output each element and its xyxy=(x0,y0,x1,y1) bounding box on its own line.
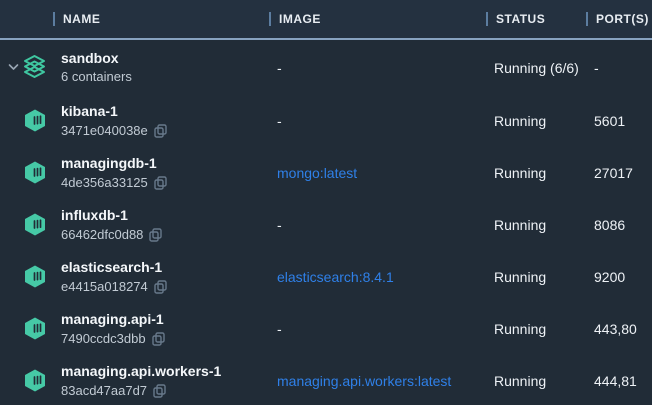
copy-icon[interactable] xyxy=(149,228,162,242)
containers-panel: NAME IMAGE STATUS PORT(S) xyxy=(0,0,652,405)
container-name: elasticsearch-1 xyxy=(61,257,167,277)
image-link[interactable]: managing.api.workers:latest xyxy=(269,373,486,389)
column-divider xyxy=(586,12,588,26)
table-row[interactable]: sandbox 6 containers - Running (6/6) - xyxy=(0,40,652,95)
status-cell: Running xyxy=(486,113,586,129)
status-cell: Running xyxy=(486,217,586,233)
status-cell: Running xyxy=(486,269,586,285)
table-header: NAME IMAGE STATUS PORT(S) xyxy=(0,0,652,40)
ports-cell: 5601 xyxy=(586,113,652,129)
copy-icon[interactable] xyxy=(154,280,167,294)
image-link[interactable]: mongo:latest xyxy=(269,165,486,181)
column-divider xyxy=(269,12,271,26)
container-name: sandbox xyxy=(61,48,132,68)
table-row[interactable]: managingdb-1 4de356a33125 mongo:latest R… xyxy=(0,147,652,199)
column-header-image[interactable]: IMAGE xyxy=(269,12,486,26)
column-header-name[interactable]: NAME xyxy=(0,12,269,26)
container-name: managingdb-1 xyxy=(61,153,167,173)
container-name: managing.api.workers-1 xyxy=(61,361,221,381)
ports-cell: 9200 xyxy=(586,269,652,285)
ports-cell: 8086 xyxy=(586,217,652,233)
column-divider xyxy=(53,12,55,26)
container-name: influxdb-1 xyxy=(61,205,162,225)
container-id: 4de356a33125 xyxy=(61,174,148,193)
stack-icon xyxy=(22,54,47,80)
container-id: 66462dfc0d88 xyxy=(61,226,143,245)
chevron-down-icon[interactable] xyxy=(5,63,22,71)
image-link[interactable]: elasticsearch:8.4.1 xyxy=(269,269,486,285)
container-icon xyxy=(22,316,47,341)
image-cell: - xyxy=(269,217,486,233)
ports-cell: 27017 xyxy=(586,165,652,181)
container-id: 83acd47aa7d7 xyxy=(61,382,147,401)
container-name: kibana-1 xyxy=(61,101,167,121)
column-divider xyxy=(486,12,488,26)
container-icon xyxy=(22,212,47,237)
container-icon xyxy=(22,264,47,289)
container-id: e4415a018274 xyxy=(61,278,148,297)
container-id: 3471e040038e xyxy=(61,122,148,141)
table-row[interactable]: influxdb-1 66462dfc0d88 - Running 8086 xyxy=(0,199,652,251)
status-cell: Running xyxy=(486,321,586,337)
copy-icon[interactable] xyxy=(152,332,165,346)
container-name: managing.api-1 xyxy=(61,309,165,329)
image-cell: - xyxy=(269,113,486,129)
table-row[interactable]: managing.api-1 7490ccdc3dbb - Running 44… xyxy=(0,303,652,355)
container-id: 7490ccdc3dbb xyxy=(61,330,146,349)
table-body: sandbox 6 containers - Running (6/6) - xyxy=(0,40,652,405)
column-label: NAME xyxy=(63,12,100,26)
container-icon xyxy=(22,108,47,133)
status-cell: Running (6/6) xyxy=(486,60,586,76)
image-cell: - xyxy=(269,321,486,337)
table-row[interactable]: elasticsearch-1 e4415a018274 elasticsear… xyxy=(0,251,652,303)
container-icon xyxy=(22,368,47,393)
column-header-status[interactable]: STATUS xyxy=(486,12,586,26)
ports-cell: 444,81 xyxy=(586,373,652,389)
image-cell: - xyxy=(269,60,486,76)
column-label: IMAGE xyxy=(279,12,321,26)
table-row[interactable]: managing.api.workers-1 83acd47aa7d7 mana… xyxy=(0,355,652,405)
container-icon xyxy=(22,160,47,185)
column-label: STATUS xyxy=(496,12,545,26)
column-header-ports[interactable]: PORT(S) xyxy=(586,12,652,26)
status-cell: Running xyxy=(486,373,586,389)
column-label: PORT(S) xyxy=(596,12,649,26)
table-row[interactable]: kibana-1 3471e040038e - Running 5601 xyxy=(0,95,652,147)
container-count: 6 containers xyxy=(61,68,132,87)
copy-icon[interactable] xyxy=(153,384,166,398)
ports-cell: - xyxy=(586,60,652,76)
copy-icon[interactable] xyxy=(154,124,167,138)
ports-cell: 443,80 xyxy=(586,321,652,337)
copy-icon[interactable] xyxy=(154,176,167,190)
status-cell: Running xyxy=(486,165,586,181)
